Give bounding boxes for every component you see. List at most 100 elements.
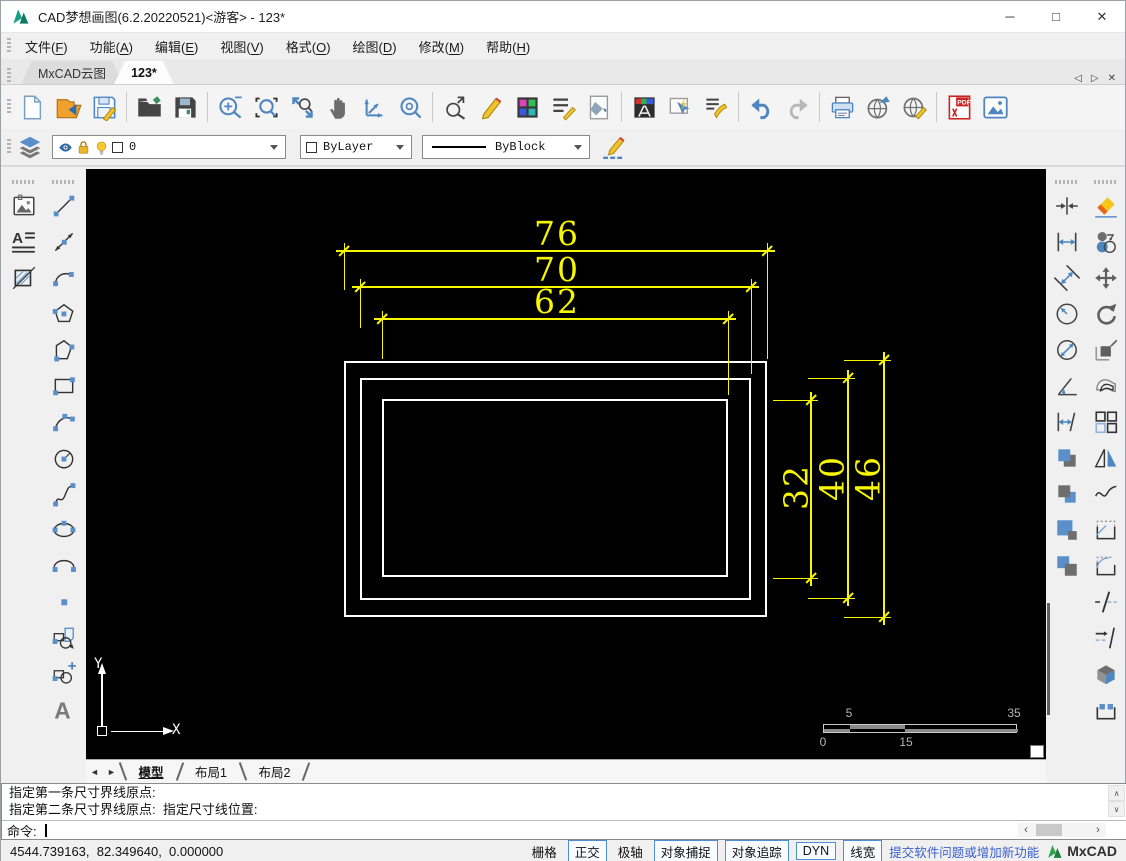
layout-tab-model[interactable]: 模型 (126, 761, 177, 782)
quick-select-button[interactable] (662, 88, 698, 126)
polygon-button[interactable] (47, 297, 81, 330)
tabs-scroll-right-button[interactable]: ▷ (1091, 73, 1099, 84)
publish-web-button[interactable] (860, 88, 896, 126)
layout-tab-layout1[interactable]: 布局1 (182, 761, 240, 782)
undo-button[interactable] (743, 88, 779, 126)
chamfer-button[interactable] (1089, 513, 1123, 546)
draw-order-under-button[interactable] (1050, 549, 1084, 582)
ellipse-button[interactable] (47, 513, 81, 546)
dim-radius-button[interactable] (1050, 297, 1084, 330)
break-button[interactable] (1089, 585, 1123, 618)
pen-width-button[interactable] (598, 131, 630, 163)
match-properties-button[interactable] (698, 88, 734, 126)
create-block-button[interactable] (47, 657, 81, 690)
tabs-close-button[interactable]: ✕ (1108, 73, 1116, 84)
zoom-previous-button[interactable] (437, 88, 473, 126)
command-vertical-scrollbar[interactable]: ∧∨ (1108, 785, 1125, 817)
dim-aligned-button[interactable] (1050, 261, 1084, 294)
raster-image-button[interactable] (7, 189, 41, 222)
edit-web-button[interactable] (896, 88, 932, 126)
layout-tab-layout2[interactable]: 布局2 (245, 761, 303, 782)
save-as-button[interactable] (167, 88, 203, 126)
scroll-left-button[interactable]: ‹ (1018, 823, 1034, 837)
insert-block-button[interactable] (47, 621, 81, 654)
zoom-in-out-button[interactable] (212, 88, 248, 126)
chevron-down-icon[interactable] (574, 145, 582, 150)
model-tabs-next-button[interactable]: ► (103, 763, 120, 781)
scroll-right-button[interactable]: › (1090, 823, 1106, 837)
toggle-DYN[interactable]: DYN (796, 842, 836, 860)
toggle-线宽[interactable]: 线宽 (843, 840, 882, 861)
chevron-down-icon[interactable] (396, 145, 404, 150)
dimension-label[interactable]: 32 (780, 464, 813, 510)
line-button[interactable] (47, 189, 81, 222)
color-palette-button[interactable] (509, 88, 545, 126)
extend-button[interactable] (1089, 621, 1123, 654)
array-button[interactable] (1089, 405, 1123, 438)
command-horizontal-scrollbar[interactable]: ‹› (1018, 823, 1106, 837)
dim-spacing-button[interactable] (1050, 189, 1084, 222)
multiline-text-button[interactable]: A (7, 225, 41, 258)
draw-order-front-button[interactable] (1050, 441, 1084, 474)
command-input-row[interactable]: 命令: (2, 820, 1126, 839)
color-select-combo[interactable]: ByLayer (300, 135, 412, 159)
export-pdf-button[interactable]: PDF (941, 88, 977, 126)
layer-select-combo[interactable]: 0 (52, 135, 286, 159)
pan-button[interactable] (320, 88, 356, 126)
minimize-button[interactable]: ─ (987, 1, 1033, 32)
redo-button[interactable] (779, 88, 815, 126)
stretch-button[interactable] (1089, 693, 1123, 726)
dimension-label[interactable]: 76 (534, 217, 580, 250)
dimension-label[interactable]: 46 (852, 455, 885, 501)
circle-button[interactable] (47, 441, 81, 474)
cad-rectangle[interactable] (382, 399, 728, 577)
erase-button[interactable] (1089, 189, 1123, 222)
menu-item-d[interactable]: 绘图(D) (342, 34, 408, 59)
menu-item-v[interactable]: 视图(V) (209, 34, 274, 59)
offset-button[interactable] (1089, 369, 1123, 402)
scroll-up-button[interactable]: ∧ (1108, 785, 1125, 801)
polyline-button[interactable] (47, 333, 81, 366)
toggle-极轴[interactable]: 极轴 (614, 841, 647, 861)
draw-order-above-button[interactable] (1050, 513, 1084, 546)
text-style-button[interactable] (626, 88, 662, 126)
dim-diameter-button[interactable] (1050, 333, 1084, 366)
move-button[interactable] (1089, 261, 1123, 294)
zoom-dynamic-button[interactable] (356, 88, 392, 126)
hatch-button[interactable] (7, 261, 41, 294)
scroll-down-button[interactable]: ∨ (1108, 801, 1125, 817)
rotate-button[interactable] (1089, 297, 1123, 330)
zoom-center-button[interactable] (392, 88, 428, 126)
explode-button[interactable] (1089, 657, 1123, 690)
model-tabs-prev-button[interactable]: ◄ (86, 763, 103, 781)
menu-item-m[interactable]: 修改(M) (408, 34, 476, 59)
linetype-select-combo[interactable]: ByBlock (422, 135, 590, 159)
dimension-label[interactable]: 40 (816, 455, 849, 501)
save-drawing-button[interactable] (86, 88, 122, 126)
construction-line-button[interactable] (47, 225, 81, 258)
dimension-label[interactable]: 62 (534, 285, 580, 318)
draw-pencil-button[interactable] (473, 88, 509, 126)
drawing-canvas[interactable]: 767062324046YX535015 (86, 169, 1046, 759)
document-tab[interactable]: MxCAD云图 (21, 61, 123, 84)
layer-manager-button[interactable] (14, 131, 46, 163)
toggle-对象追踪[interactable]: 对象追踪 (725, 840, 789, 861)
open-cloud-drawing-button[interactable] (50, 88, 86, 126)
insert-image-button[interactable] (977, 88, 1013, 126)
menu-item-a[interactable]: 功能(A) (79, 34, 144, 59)
draw-order-back-button[interactable] (1050, 477, 1084, 510)
rectangle-button[interactable] (47, 369, 81, 402)
linetype-manager-button[interactable] (545, 88, 581, 126)
trim-button[interactable] (1089, 477, 1123, 510)
point-button[interactable] (47, 585, 81, 618)
toggle-栅格[interactable]: 栅格 (528, 841, 561, 861)
command-window[interactable]: 指定第一条尺寸界线原点:指定第二条尺寸界线原点: 指定尺寸线位置: 命令: ∧∨… (1, 783, 1126, 840)
open-file-button[interactable] (131, 88, 167, 126)
toggle-对象捕捉[interactable]: 对象捕捉 (654, 840, 718, 861)
chevron-down-icon[interactable] (270, 145, 278, 150)
close-button[interactable]: ✕ (1079, 1, 1125, 32)
canvas-scrollbar-thumb[interactable] (1047, 603, 1050, 715)
feedback-link[interactable]: 提交软件问题或增加新功能 (889, 842, 1039, 861)
tabs-scroll-left-button[interactable]: ◁ (1074, 73, 1082, 84)
mirror-button[interactable] (1089, 441, 1123, 474)
